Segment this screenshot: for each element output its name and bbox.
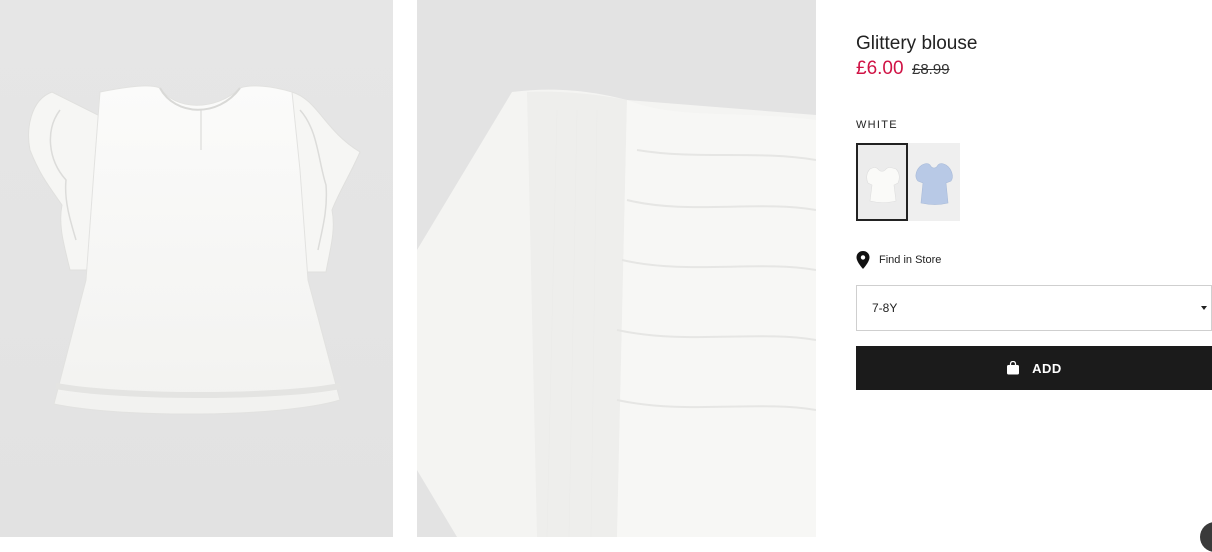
color-label: WHITE <box>856 119 898 131</box>
size-select[interactable]: 7-8Y <box>856 285 1212 331</box>
price-row: £6.00 £8.99 <box>856 58 950 80</box>
sale-price: £6.00 <box>856 58 904 79</box>
swatch-light-blue[interactable] <box>908 143 960 221</box>
swatch-white[interactable] <box>856 143 908 221</box>
add-to-bag-button[interactable]: ADD <box>856 346 1212 390</box>
product-image-detail[interactable] <box>417 0 816 537</box>
location-pin-icon <box>856 251 870 269</box>
swatch-light-blue-thumbnail <box>908 143 960 221</box>
original-price: £8.99 <box>912 61 950 78</box>
product-title: Glittery blouse <box>856 33 978 54</box>
chevron-down-icon <box>1201 306 1207 310</box>
swatch-white-thumbnail <box>858 145 906 219</box>
shopping-bag-icon <box>1007 361 1020 375</box>
product-details: Glittery blouse £6.00 £8.99 WHITE Find i… <box>856 0 1212 537</box>
blouse-illustration <box>28 85 361 415</box>
add-button-label: ADD <box>1032 360 1062 376</box>
size-selected-value: 7-8Y <box>872 301 898 315</box>
product-image-main[interactable] <box>0 0 393 537</box>
find-in-store-label: Find in Store <box>879 254 942 266</box>
find-in-store-link[interactable]: Find in Store <box>856 251 941 269</box>
fabric-detail-illustration <box>417 0 816 537</box>
